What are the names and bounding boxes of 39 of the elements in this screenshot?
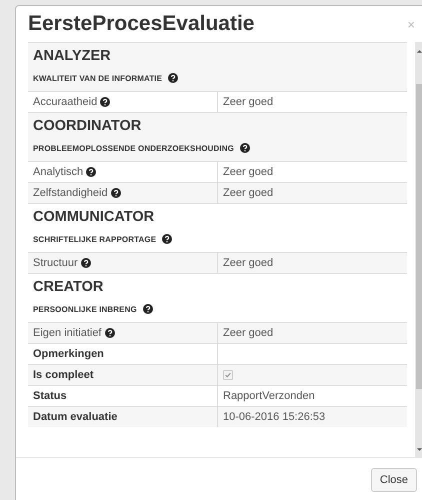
field-value: 10-06-2016 15:26:53 xyxy=(223,411,326,423)
scroll-up-icon[interactable] xyxy=(416,48,422,54)
help-icon[interactable] xyxy=(86,167,96,178)
help-icon[interactable] xyxy=(168,73,178,83)
dialog-title: EersteProcesEvaluatie xyxy=(28,12,254,36)
help-icon[interactable] xyxy=(142,304,153,314)
field-value: RapportVerzonden xyxy=(223,390,315,402)
section-heading: CREATOR xyxy=(33,278,104,297)
score-value: Zeer goed xyxy=(223,257,274,269)
scroll-down-icon[interactable] xyxy=(416,447,422,453)
help-icon[interactable] xyxy=(80,258,91,268)
criterion-label: Accuraatheid xyxy=(33,96,98,108)
field-label: Status xyxy=(33,390,67,402)
close-button[interactable]: Close xyxy=(370,468,417,492)
help-icon[interactable] xyxy=(100,97,110,108)
section-subheading: PROBLEEMOPLOSSENDE ONDERZOEKSHOUDING xyxy=(33,144,234,152)
section-heading: ANALYZER xyxy=(33,47,112,66)
section-subheading: SCHRIFTELIJKE RAPPORTAGE xyxy=(33,234,156,244)
criterion-label: Zelfstandigheid xyxy=(33,187,108,199)
help-icon[interactable] xyxy=(104,328,114,338)
field-label: Datum evaluatie xyxy=(33,411,118,423)
section-heading: COORDINATOR xyxy=(33,117,142,136)
scrollbar-track[interactable] xyxy=(415,42,422,457)
section-heading: COMMUNICATOR xyxy=(33,208,156,227)
scrollbar-thumb[interactable] xyxy=(416,84,422,389)
help-icon[interactable] xyxy=(110,188,121,198)
help-icon[interactable] xyxy=(240,143,250,153)
section-subheading: KWALITEIT VAN DE INFORMATIE xyxy=(33,74,162,82)
section-subheading: PERSOONLIJKE INBRENG xyxy=(33,304,137,314)
criterion-label: Structuur xyxy=(33,257,78,269)
criterion-label: Eigen initiatief xyxy=(33,327,102,339)
criterion-label: Analytisch xyxy=(33,166,84,178)
field-label: Opmerkingen xyxy=(33,348,104,360)
score-value: Zeer goed xyxy=(223,166,274,178)
help-icon[interactable] xyxy=(162,234,172,244)
score-value: Zeer goed xyxy=(223,187,274,199)
field-label: Is compleet xyxy=(33,369,94,381)
score-value: Zeer goed xyxy=(223,327,274,339)
score-value: Zeer goed xyxy=(223,96,274,108)
